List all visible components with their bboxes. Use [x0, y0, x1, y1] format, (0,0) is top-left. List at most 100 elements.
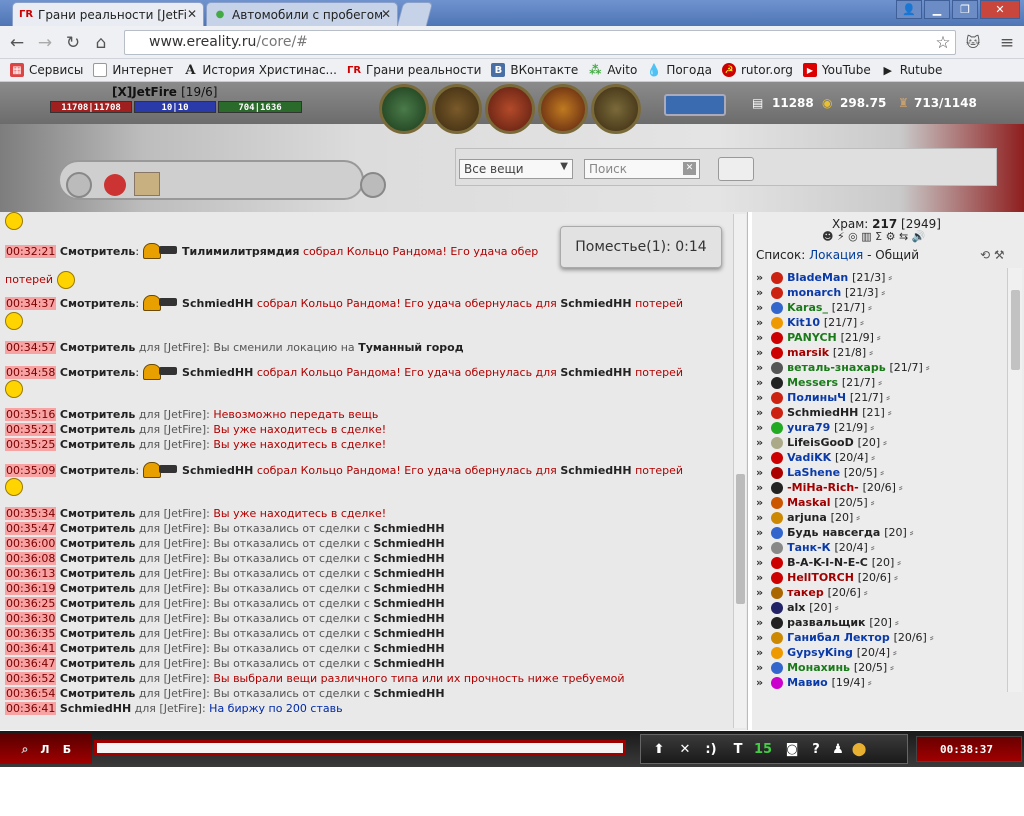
expand-arrow-icon[interactable]: » [756, 511, 763, 524]
chat-bold-text[interactable]: SchmiedHH [373, 522, 444, 535]
filter-settings-icon[interactable] [718, 157, 754, 181]
info-icon[interactable]: ⸗ [868, 676, 872, 689]
expand-arrow-icon[interactable]: » [756, 391, 763, 404]
player-nick[interactable]: Будь навсегда [787, 526, 880, 539]
player-row[interactable]: » Kit10 [21/7] ⸗ [756, 315, 864, 330]
player-row[interactable]: » alx [20] ⸗ [756, 600, 839, 615]
player-nick[interactable]: такер [787, 586, 824, 599]
tab-avito[interactable]: ● Автомобили с пробегом ✕ [206, 2, 398, 26]
player-row[interactable]: » SchmiedHH [21] ⸗ [756, 405, 891, 420]
chat-timestamp[interactable]: 00:35:34 [5, 507, 57, 520]
back-icon[interactable]: ← [6, 32, 28, 54]
minimize-icon[interactable]: ▁ [924, 0, 950, 19]
player-row[interactable]: » PANYCH [21/9] ⸗ [756, 330, 881, 345]
player-row[interactable]: » Ганибал Лектор [20/6] ⸗ [756, 630, 934, 645]
info-icon[interactable]: ⸗ [894, 571, 898, 584]
player-row[interactable]: » -MiHa-Rich- [20/6] ⸗ [756, 480, 903, 495]
expand-arrow-icon[interactable]: » [756, 331, 763, 344]
chat-bold-text[interactable]: SchmiedHH [373, 537, 444, 550]
expand-arrow-icon[interactable]: » [756, 406, 763, 419]
knight-helmet-icon[interactable] [379, 84, 429, 134]
chat-timestamp[interactable]: 00:35:47 [5, 522, 57, 535]
extension-cat-icon[interactable]: 🐱 [962, 32, 984, 54]
bookmark-rutube[interactable]: ▶ Rutube [881, 63, 942, 77]
chat-timestamp[interactable]: 00:36:54 [5, 687, 57, 700]
player-nick[interactable]: B-A-K-I-N-E-C [787, 556, 868, 569]
expand-arrow-icon[interactable]: » [756, 646, 763, 659]
player-row[interactable]: » LifeisGooD [20] ⸗ [756, 435, 887, 450]
player-nick[interactable]: monarch [787, 286, 841, 299]
player-nick[interactable]: arjuna [787, 511, 827, 524]
info-icon[interactable]: ⸗ [871, 451, 875, 464]
info-icon[interactable]: ⸗ [860, 316, 864, 329]
player-nick[interactable]: SchmiedHH [787, 406, 858, 419]
chat-timestamp[interactable]: 00:36:08 [5, 552, 57, 565]
info-icon[interactable]: ⸗ [835, 601, 839, 614]
chat-timestamp[interactable]: 00:35:09 [5, 464, 57, 477]
expand-arrow-icon[interactable]: » [756, 301, 763, 314]
chat-bold-text[interactable]: SchmiedHH [373, 657, 444, 670]
expand-arrow-icon[interactable]: » [756, 496, 763, 509]
player-nick[interactable]: GypsyKing [787, 646, 853, 659]
birds-icon[interactable] [664, 94, 726, 116]
menu-icon[interactable]: ≡ [996, 32, 1018, 54]
info-icon[interactable]: ⸗ [926, 361, 930, 374]
info-icon[interactable]: ⸗ [856, 511, 860, 524]
chat-scroll-thumb[interactable] [736, 474, 745, 604]
expand-arrow-icon[interactable]: » [756, 421, 763, 434]
expand-arrow-icon[interactable]: » [756, 631, 763, 644]
right-arrow-icon[interactable] [360, 172, 386, 198]
chat-sender[interactable]: Смотритель [60, 537, 135, 550]
player-list-scrollbar[interactable] [1007, 268, 1022, 692]
player-row[interactable]: » B-A-K-I-N-E-C [20] ⸗ [756, 555, 901, 570]
maximize-icon[interactable]: ❐ [952, 0, 978, 19]
chat-sender[interactable]: Смотритель [60, 341, 135, 354]
player-row[interactable]: » такер [20/6] ⸗ [756, 585, 868, 600]
chat-timestamp[interactable]: 00:36:13 [5, 567, 57, 580]
chat-timestamp[interactable]: 00:32:21 [5, 245, 57, 258]
smiles-icon[interactable]: :) [702, 740, 720, 758]
info-icon[interactable]: ⸗ [881, 286, 885, 299]
player-row[interactable]: » развальщик [20] ⸗ [756, 615, 899, 630]
chat-timestamp[interactable]: 00:36:41 [5, 642, 57, 655]
player-nick[interactable]: LaShene [787, 466, 840, 479]
player-row[interactable]: » LaShene [20/5] ⸗ [756, 465, 884, 480]
expand-arrow-icon[interactable]: » [756, 436, 763, 449]
expand-arrow-icon[interactable]: » [756, 616, 763, 629]
coins-icon[interactable]: ⬤ [850, 740, 868, 758]
info-icon[interactable]: ⸗ [899, 481, 903, 494]
info-icon[interactable]: ⸗ [871, 496, 875, 509]
chat-sender[interactable]: Смотритель [60, 522, 135, 535]
expand-arrow-icon[interactable]: » [756, 316, 763, 329]
tab-ereality[interactable]: ГR Грани реальности [JetFire ✕ [12, 2, 204, 26]
bookmark-rutor[interactable]: ☭ rutor.org [721, 63, 793, 77]
player-row[interactable]: » marsik [21/8] ⸗ [756, 345, 873, 360]
chat-timestamp[interactable]: 00:34:58 [5, 366, 57, 379]
screenshot-icon[interactable]: ◙ [782, 740, 802, 758]
player-row[interactable]: » Будь навсегда [20] ⸗ [756, 525, 913, 540]
chat-scrollbar[interactable] [733, 214, 746, 728]
player-row[interactable]: » Messers [21/7] ⸗ [756, 375, 882, 390]
expand-arrow-icon[interactable]: » [756, 676, 763, 689]
bookmark-avito[interactable]: ⁂ Avito [588, 63, 637, 77]
chat-bold-text[interactable]: SchmiedHH [373, 627, 444, 640]
info-icon[interactable]: ⸗ [930, 631, 934, 644]
player-row[interactable]: » VadiKK [20/4] ⸗ [756, 450, 875, 465]
chat-timestamp[interactable]: 00:36:00 [5, 537, 57, 550]
bookmark-star-icon[interactable]: ☆ [932, 32, 954, 54]
player-row[interactable]: » Монахинь [20/5] ⸗ [756, 660, 894, 675]
book-icon[interactable] [591, 84, 641, 134]
chat-sender[interactable]: Смотритель [60, 672, 135, 685]
player-row[interactable]: » HellTORCH [20/6] ⸗ [756, 570, 898, 585]
expand-arrow-icon[interactable]: » [756, 526, 763, 539]
chest-icon[interactable] [432, 84, 482, 134]
chat-timestamp[interactable]: 00:36:52 [5, 672, 57, 685]
help-icon[interactable]: ? [808, 740, 824, 758]
chat-nick[interactable]: SchmiedHH [560, 464, 631, 477]
info-icon[interactable]: ⸗ [871, 541, 875, 554]
chat-sender[interactable]: Смотритель [60, 657, 135, 670]
chat-sender[interactable]: Смотритель [60, 552, 135, 565]
player-row[interactable]: » Maskal [20/5] ⸗ [756, 495, 874, 510]
chat-sender[interactable]: Смотритель [60, 612, 135, 625]
chat-nick[interactable]: Тилимилитрямдия [182, 245, 299, 258]
